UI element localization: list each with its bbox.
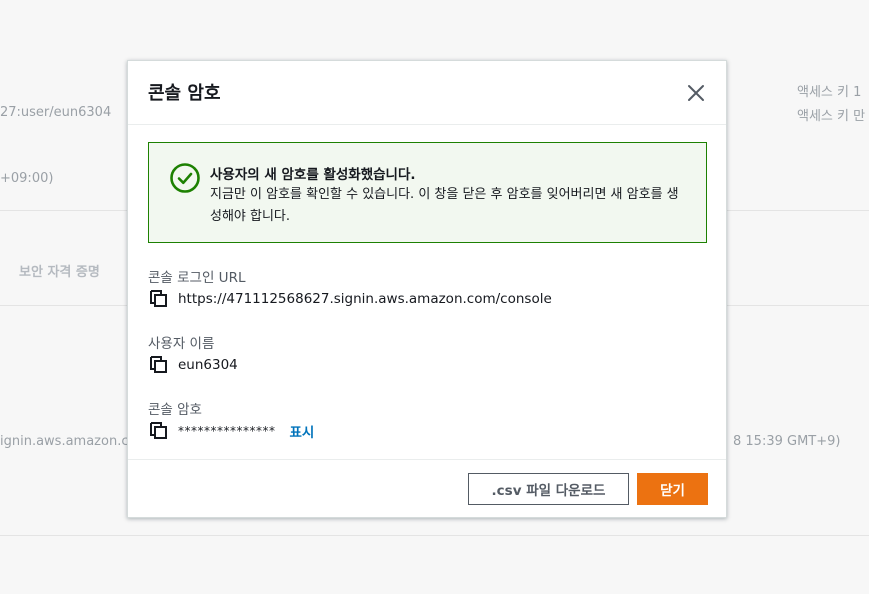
bg-date: 8 15:39 GMT+9) (733, 434, 841, 449)
copy-icon[interactable] (148, 288, 170, 310)
username-value: eun6304 (178, 357, 238, 373)
console-url-row: https://471112568627.signin.aws.amazon.c… (148, 288, 552, 310)
password-masked-value: *************** (178, 424, 276, 438)
bg-signin-url: ignin.aws.amazon.co (0, 434, 137, 449)
dialog-title: 콘솔 암호 (148, 83, 221, 104)
bg-access-key-2: 액세스 키 만 (797, 109, 866, 124)
download-csv-button[interactable]: .csv 파일 다운로드 (468, 473, 629, 505)
username-label: 사용자 이름 (148, 336, 215, 352)
bg-divider (0, 535, 869, 536)
username-row: eun6304 (148, 354, 238, 376)
console-url-value: https://471112568627.signin.aws.amazon.c… (178, 291, 552, 307)
console-password-dialog: 콘솔 암호 사용자의 새 암호를 활성화했습니다. 지금만 이 암호를 확인할 … (127, 60, 727, 518)
check-circle-icon (169, 162, 201, 194)
copy-icon[interactable] (148, 354, 170, 376)
bg-timezone: +09:00) (0, 171, 54, 186)
alert-title: 사용자의 새 암호를 활성화했습니다. (210, 167, 416, 183)
dialog-footer: .csv 파일 다운로드 닫기 (128, 459, 726, 517)
console-url-label: 콘솔 로그인 URL (148, 270, 246, 286)
close-icon[interactable] (684, 81, 708, 105)
bg-tab-security-credentials: 보안 자격 증명 (19, 265, 100, 280)
success-alert: 사용자의 새 암호를 활성화했습니다. 지금만 이 암호를 확인할 수 있습니다… (148, 142, 707, 243)
bg-access-key-1: 액세스 키 1 (797, 85, 862, 100)
password-label: 콘솔 암호 (148, 402, 202, 418)
dialog-header: 콘솔 암호 (128, 61, 726, 125)
password-row: *************** 표시 (148, 420, 314, 442)
show-password-link[interactable]: 표시 (290, 421, 315, 441)
close-button[interactable]: 닫기 (637, 473, 708, 505)
alert-message: 지금만 이 암호를 확인할 수 있습니다. 이 창을 닫은 후 암호를 잊어버리… (210, 187, 679, 224)
bg-user-arn: 27:user/eun6304 (0, 105, 112, 120)
copy-icon[interactable] (148, 420, 170, 442)
